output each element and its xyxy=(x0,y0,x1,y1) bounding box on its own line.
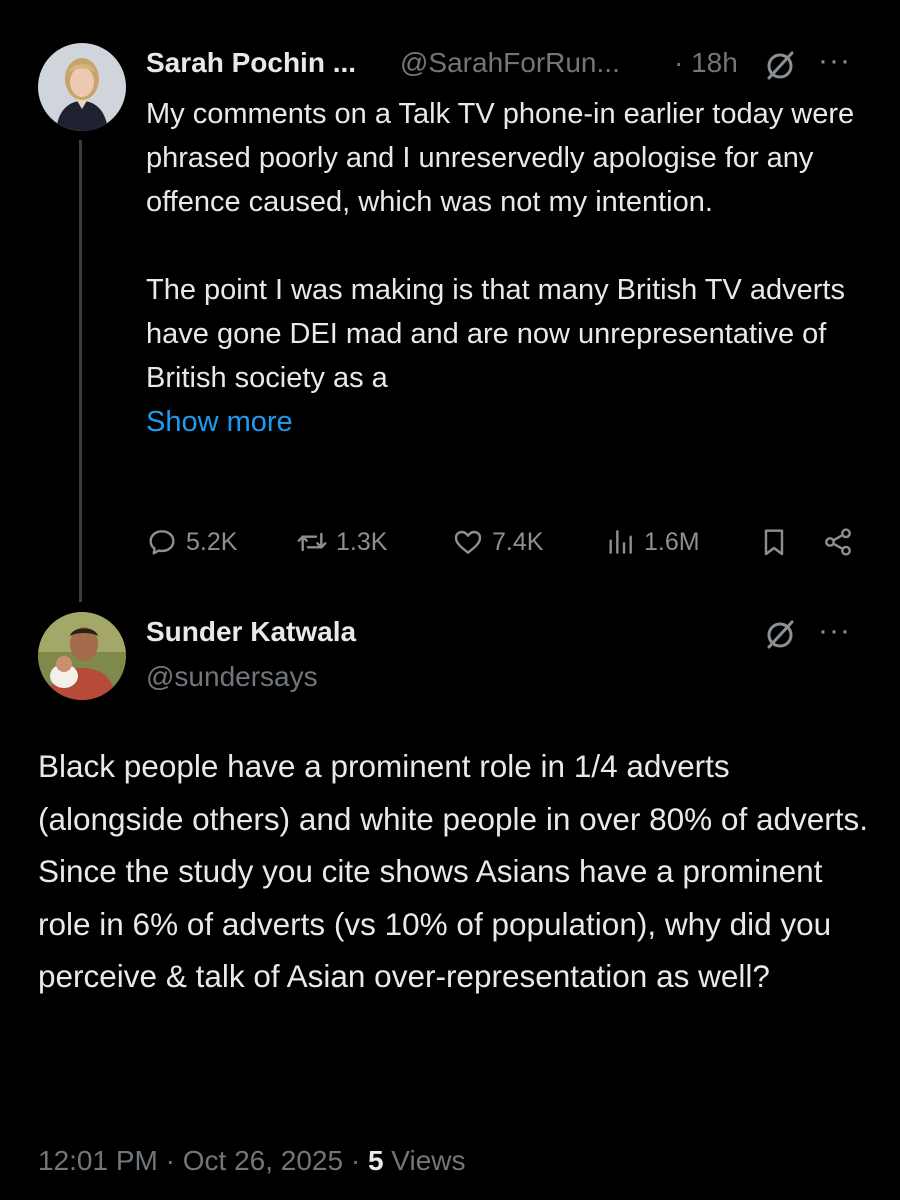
avatar-image xyxy=(38,43,126,131)
thread-connector-line xyxy=(79,140,82,602)
avatar-sunder-katwala[interactable] xyxy=(38,612,126,700)
repost-count: 1.3K xyxy=(336,527,388,556)
reply-button[interactable]: 5.2K xyxy=(146,520,237,564)
views-count: 5 xyxy=(367,1145,384,1176)
tweet-action-bar: 5.2K 1.3K 7.4K 1.6M xyxy=(146,520,866,564)
tweet-meta: 12:01 PM · Oct 26, 2025 · 5 Views xyxy=(38,1145,466,1177)
views-button[interactable]: 1.6M xyxy=(604,520,700,564)
show-more-link[interactable]: Show more xyxy=(146,400,866,444)
like-count: 7.4K xyxy=(492,527,544,556)
share-icon xyxy=(825,528,851,556)
repost-icon xyxy=(297,532,327,552)
tweet-timestamp[interactable]: · 18h xyxy=(674,47,738,79)
tweet-paragraph: My comments on a Talk TV phone-in earlie… xyxy=(146,98,855,218)
tweet-timestamp[interactable]: 12:01 PM · Oct 26, 2025 · xyxy=(38,1145,368,1176)
views-label: Views xyxy=(383,1145,466,1176)
more-options-button[interactable]: ··· xyxy=(818,614,851,648)
tweet-body: My comments on a Talk TV phone-in earlie… xyxy=(146,92,866,444)
views-count: 1.6M xyxy=(644,527,700,556)
reply-count: 5.2K xyxy=(186,527,238,556)
repost-button[interactable]: 1.3K xyxy=(296,520,387,564)
tweet-paragraph: The point I was making is that many Brit… xyxy=(146,274,845,394)
author-handle[interactable]: @sundersays xyxy=(146,661,318,693)
share-button[interactable] xyxy=(822,520,854,564)
grok-icon[interactable] xyxy=(762,617,798,653)
bookmark-icon xyxy=(764,529,784,556)
avatar-image xyxy=(38,612,126,700)
grok-icon[interactable] xyxy=(762,48,798,84)
views-bars-icon xyxy=(609,530,632,554)
more-options-button[interactable]: ··· xyxy=(818,44,851,78)
reply-icon xyxy=(149,530,175,555)
bookmark-button[interactable] xyxy=(758,520,790,564)
author-display-name[interactable]: Sunder Katwala xyxy=(146,616,356,648)
tweet-body: Black people have a prominent role in 1/… xyxy=(38,748,868,994)
like-button[interactable]: 7.4K xyxy=(452,520,543,564)
author-handle[interactable]: @SarahForRun... xyxy=(400,47,620,79)
author-display-name[interactable]: Sarah Pochin ... xyxy=(146,47,356,79)
heart-icon xyxy=(454,530,482,554)
avatar-sarah-pochin[interactable] xyxy=(38,43,126,131)
